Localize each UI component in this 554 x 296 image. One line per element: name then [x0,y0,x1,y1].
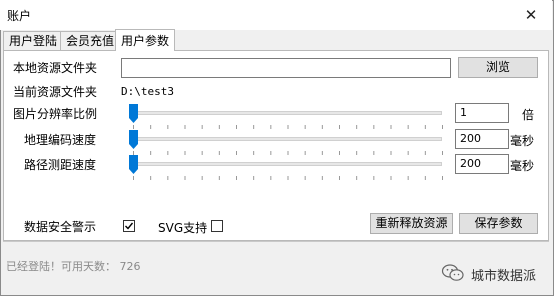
geo-speed-input[interactable]: 200 [455,129,509,149]
watermark-text: 城市数据派 [471,269,537,284]
login-status-text: 已经登陆！可用天数： 726 [6,260,141,273]
route-speed-ticks [133,176,443,180]
wechat-icon [441,264,464,281]
route-speed-label: 路径测距速度 [24,158,97,172]
image-scale-unit: 倍 [522,108,535,122]
image-scale-ticks [133,125,443,129]
route-speed-unit: 毫秒 [510,159,535,173]
window-title: 账户 [7,9,32,23]
geo-speed-track [130,137,442,141]
close-icon[interactable]: ✕ [516,4,546,26]
tab-user-params[interactable]: 用户参数 [115,29,176,51]
svg-support-label: SVG支持 [158,221,208,235]
image-scale-track [130,111,442,115]
browse-button[interactable]: 浏览 [458,57,538,78]
image-scale-slider-thumb[interactable] [129,104,138,123]
current-folder-label: 当前资源文件夹 [13,85,98,99]
security-warning-label: 数据安全警示 [24,220,97,234]
save-params-button[interactable]: 保存参数 [459,213,538,234]
image-scale-label: 图片分辨率比例 [13,107,98,121]
svg-support-checkbox[interactable] [211,220,223,232]
geo-speed-ticks [133,151,443,155]
route-speed-track [130,162,442,166]
tab-login[interactable]: 用户登陆 [3,31,64,50]
current-folder-value: D:\test3 [121,85,174,98]
security-warning-checkbox[interactable] [123,220,135,232]
title-bar [0,0,552,30]
route-speed-slider-thumb[interactable] [129,155,138,174]
image-scale-input[interactable]: 1 [455,103,509,123]
local-folder-label: 本地资源文件夹 [13,61,98,75]
release-resources-button[interactable]: 重新释放资源 [370,213,453,234]
route-speed-input[interactable]: 200 [455,154,509,174]
geo-speed-slider-thumb[interactable] [129,130,138,149]
tab-recharge[interactable]: 会员充值 [60,31,121,50]
local-folder-input[interactable] [121,58,451,78]
geo-speed-label: 地理编码速度 [24,133,97,147]
checkmark-icon [125,222,134,230]
geo-speed-unit: 毫秒 [510,134,535,148]
